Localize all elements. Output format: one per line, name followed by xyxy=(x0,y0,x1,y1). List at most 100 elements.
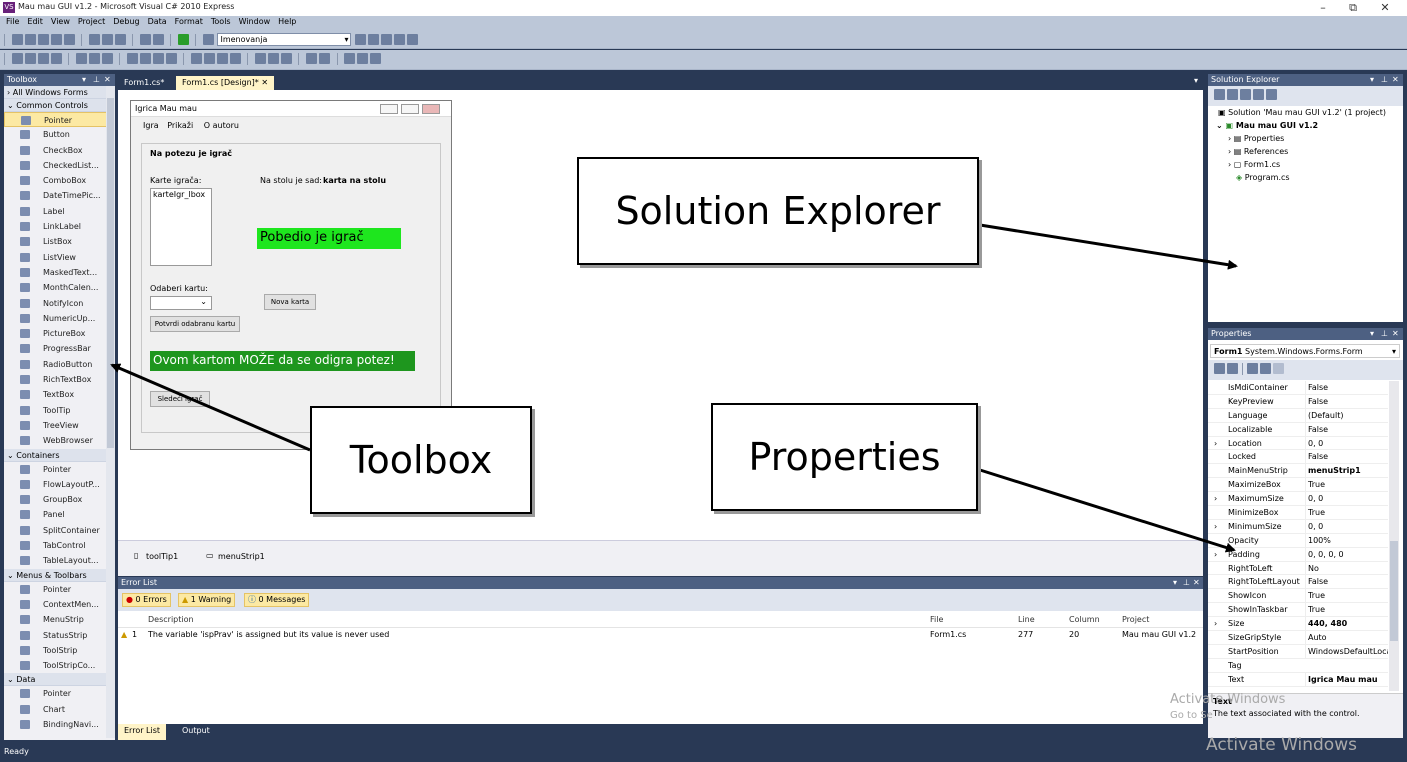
toolbox-pin-icon[interactable]: ⊥ xyxy=(93,74,100,86)
props-close-icon[interactable]: ✕ xyxy=(1392,328,1399,340)
tree-item-program[interactable]: ◈ Program.cs xyxy=(1236,173,1290,182)
tab-order-icon[interactable] xyxy=(370,53,382,64)
tab-close-icon[interactable]: ✕ xyxy=(261,78,268,87)
menu-format[interactable]: Format xyxy=(171,16,207,26)
show-all-files-icon[interactable] xyxy=(1227,89,1238,100)
tab-dropdown-icon[interactable]: ▾ xyxy=(1194,76,1198,85)
errors-filter-button[interactable]: ● 0 Errors xyxy=(122,593,171,607)
toolbox-item-treeview[interactable]: TreeView xyxy=(4,418,115,433)
toolbox-scrollbar[interactable] xyxy=(106,86,115,738)
toolbox-item-statusstrip[interactable]: StatusStrip xyxy=(4,628,115,643)
copy-icon[interactable] xyxy=(101,34,113,45)
property-value[interactable]: 440, 480 xyxy=(1305,617,1388,631)
save-all-icon[interactable] xyxy=(63,34,75,45)
make-same-width-icon[interactable] xyxy=(126,53,138,64)
find-icon[interactable] xyxy=(202,34,214,45)
solexp-pin-icon[interactable]: ⊥ xyxy=(1381,74,1388,86)
toolbox-item-menustrip[interactable]: MenuStrip xyxy=(4,612,115,627)
send-to-back-icon[interactable] xyxy=(357,53,369,64)
property-value[interactable]: True xyxy=(1305,603,1388,617)
save-icon[interactable] xyxy=(50,34,62,45)
warnings-filter-button[interactable]: ▲ 1 Warning xyxy=(178,593,236,607)
solution-explorer-icon[interactable] xyxy=(368,34,380,45)
collapse-icon[interactable]: ⌄ xyxy=(1216,121,1223,130)
size-to-grid-icon[interactable] xyxy=(139,53,151,64)
property-value[interactable]: menuStrip1 xyxy=(1305,464,1388,478)
toolbox-item-webbrowser[interactable]: WebBrowser xyxy=(4,433,115,448)
menu-help[interactable]: Help xyxy=(274,16,300,26)
make-same-height-icon[interactable] xyxy=(152,53,164,64)
col-description[interactable]: Description xyxy=(148,615,194,624)
toolbox-item-tablelayout[interactable]: TableLayout... xyxy=(4,553,115,568)
form-menu-igra[interactable]: Igra xyxy=(143,121,159,130)
toolbox-category-menus-toolbars[interactable]: ⌄ Menus & Toolbars xyxy=(4,568,115,582)
toolbox-item-picturebox[interactable]: PictureBox xyxy=(4,326,115,341)
toolbox-item-numericup[interactable]: NumericUp... xyxy=(4,311,115,326)
expand-icon[interactable]: › xyxy=(1214,617,1217,630)
property-row[interactable]: ShowIcon True xyxy=(1208,589,1388,604)
vertical-spacing-icon[interactable] xyxy=(254,53,266,64)
expand-icon[interactable]: › xyxy=(1214,492,1217,505)
property-row[interactable]: › Padding 0, 0, 0, 0 xyxy=(1208,547,1388,562)
error-list-dropdown-icon[interactable]: ▾ xyxy=(1173,577,1177,589)
tab-form1-design[interactable]: Form1.cs [Design]* ✕ xyxy=(176,76,275,90)
toolbox-item-progressbar[interactable]: ProgressBar xyxy=(4,341,115,356)
form-menustrip[interactable]: Igra Prikaži O autoru xyxy=(131,118,451,134)
toolbox-item-notifyicon[interactable]: NotifyIcon xyxy=(4,296,115,311)
menu-debug[interactable]: Debug xyxy=(109,16,143,26)
toolbox-item-pointer[interactable]: Pointer xyxy=(4,686,115,701)
toolbox-category-all-windows-forms[interactable]: › All Windows Forms xyxy=(4,86,115,99)
property-row[interactable]: Language (Default) xyxy=(1208,408,1388,423)
toolbox-item-linklabel[interactable]: LinkLabel xyxy=(4,219,115,234)
designed-form[interactable]: Igrica Mau mau Igra Prikaži O autoru Na … xyxy=(130,100,452,450)
increase-vspacing-icon[interactable] xyxy=(267,53,279,64)
expand-icon[interactable]: › xyxy=(1214,548,1217,561)
toolbox-item-contextmen[interactable]: ContextMen... xyxy=(4,597,115,612)
toolbox-item-pointer[interactable]: Pointer xyxy=(4,112,115,128)
property-row[interactable]: MaximizeBox True xyxy=(1208,478,1388,493)
cards-listbox[interactable]: karteIgr_lbox xyxy=(150,188,212,266)
toolbox-item-pointer[interactable]: Pointer xyxy=(4,582,115,597)
toolbox-category-data[interactable]: ⌄ Data xyxy=(4,673,115,687)
property-value[interactable]: 100% xyxy=(1305,533,1388,547)
property-pages-icon[interactable] xyxy=(1273,363,1284,374)
tray-menustrip[interactable]: menuStrip1 xyxy=(218,552,265,561)
property-value[interactable]: No xyxy=(1305,561,1388,575)
toolbox-item-maskedtext[interactable]: MaskedText... xyxy=(4,265,115,280)
property-row[interactable]: RightToLeft No xyxy=(1208,561,1388,576)
expand-icon[interactable]: › xyxy=(1214,520,1217,533)
toolbox-item-bindingnavi[interactable]: BindingNavi... xyxy=(4,717,115,732)
col-file[interactable]: File xyxy=(930,615,943,624)
toolbox-item-panel[interactable]: Panel xyxy=(4,507,115,522)
center-horizontally-icon[interactable] xyxy=(306,53,318,64)
form-menu-prikazi[interactable]: Prikaži xyxy=(167,121,193,130)
align-rights-icon[interactable] xyxy=(50,53,62,64)
props-scrollbar[interactable] xyxy=(1389,381,1399,691)
property-value[interactable]: Auto xyxy=(1305,631,1388,645)
toolbox-item-splitcontainer[interactable]: SplitContainer xyxy=(4,523,115,538)
toolbox-item-textbox[interactable]: TextBox xyxy=(4,387,115,402)
tray-tooltip[interactable]: toolTip1 xyxy=(146,552,178,561)
close-button[interactable]: ✕ xyxy=(1370,0,1400,16)
decrease-hspacing-icon[interactable] xyxy=(216,53,228,64)
property-row[interactable]: Text Igrica Mau mau xyxy=(1208,672,1388,687)
properties-icon[interactable] xyxy=(381,34,393,45)
align-middles-icon[interactable] xyxy=(88,53,100,64)
expand-icon[interactable]: › xyxy=(1228,147,1231,156)
toolbox-icon[interactable] xyxy=(407,34,419,45)
toolbox-category-common-controls[interactable]: ⌄ Common Controls xyxy=(4,99,115,112)
horizontal-spacing-icon[interactable] xyxy=(190,53,202,64)
property-row[interactable]: Tag xyxy=(1208,659,1388,673)
property-value[interactable]: True xyxy=(1305,589,1388,603)
property-row[interactable]: Locked False xyxy=(1208,450,1388,465)
expand-icon[interactable]: › xyxy=(1214,437,1217,450)
toolbox-item-monthcalen[interactable]: MonthCalen... xyxy=(4,280,115,295)
find-in-files-icon[interactable] xyxy=(355,34,367,45)
property-value[interactable]: Igrica Mau mau xyxy=(1305,672,1388,686)
property-value[interactable]: 0, 0 xyxy=(1305,519,1388,533)
tab-error-list[interactable]: Error List xyxy=(118,724,167,740)
expand-icon[interactable]: › xyxy=(1228,134,1231,143)
error-list-close-icon[interactable]: ✕ xyxy=(1193,577,1200,589)
form-menu-oautoru[interactable]: O autoru xyxy=(204,121,239,130)
property-value[interactable]: False xyxy=(1305,450,1388,464)
